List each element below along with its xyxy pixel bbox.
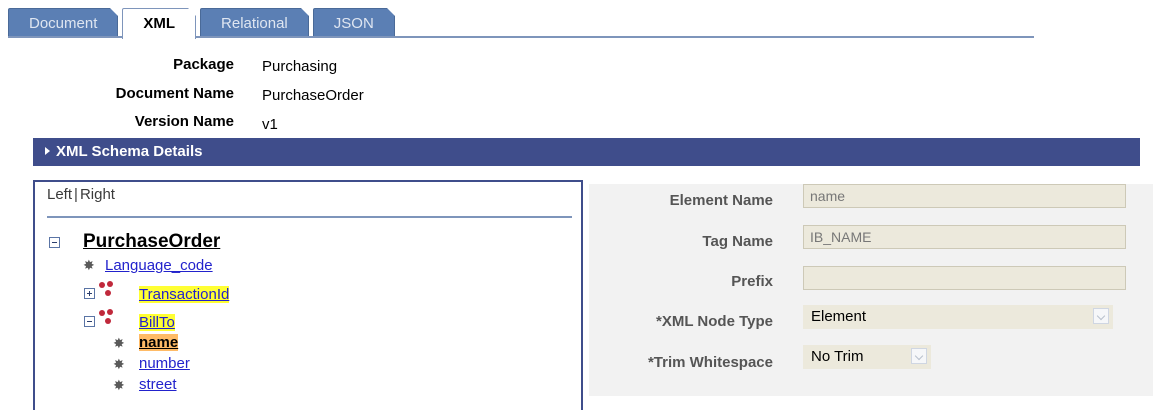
tree-divider <box>47 216 572 218</box>
element-icon: ✸ <box>113 377 125 393</box>
tab-json-label: JSON <box>333 15 374 32</box>
tab-document-label: Document <box>29 15 98 32</box>
schema-tree-panel: Left | Right PurchaseOrder ✸ Language_code… <box>33 180 583 410</box>
tree-node-number[interactable]: number <box>139 355 190 372</box>
xml-node-type-value: Element <box>811 308 867 325</box>
tab-relational[interactable]: Relational <box>200 8 309 38</box>
link-separator: | <box>74 186 78 203</box>
document-name-value: PurchaseOrder <box>262 87 364 104</box>
complex-type-icon <box>99 281 115 297</box>
right-link[interactable]: Right <box>80 186 115 203</box>
package-value: Purchasing <box>262 58 338 75</box>
xml-schema-details-header[interactable]: XML Schema Details <box>33 138 1140 166</box>
version-name-label: Version Name <box>134 113 234 130</box>
tab-relational-label: Relational <box>221 15 288 32</box>
collapse-icon[interactable] <box>84 316 95 327</box>
element-name-field[interactable]: name <box>803 184 1126 208</box>
tab-xml-label: XML <box>143 15 176 32</box>
tab-xml[interactable]: XML <box>122 8 197 39</box>
left-right-links: Left | Right <box>47 186 115 203</box>
trim-whitespace-value: No Trim <box>811 348 864 365</box>
prefix-label: Prefix <box>731 273 773 290</box>
element-properties-panel: Element Name name Tag Name IB_NAME Prefi… <box>589 184 1153 396</box>
expand-icon[interactable] <box>84 288 95 299</box>
document-name-label: Document Name <box>115 85 234 102</box>
tag-name-field[interactable]: IB_NAME <box>803 225 1126 249</box>
tree-node-billto[interactable]: BillTo <box>139 314 175 331</box>
tree-root-purchaseorder[interactable]: PurchaseOrder <box>83 231 220 253</box>
left-link[interactable]: Left <box>47 186 72 203</box>
prefix-field[interactable] <box>803 266 1126 290</box>
dropdown-arrow-icon[interactable] <box>1093 308 1109 324</box>
tab-document[interactable]: Document <box>8 8 119 38</box>
tree-node-transactionid[interactable]: TransactionId <box>139 286 230 303</box>
package-label: Package <box>173 56 234 73</box>
complex-type-icon <box>99 309 115 325</box>
trim-whitespace-select[interactable]: No Trim <box>803 345 931 369</box>
collapse-icon[interactable] <box>49 237 60 248</box>
element-name-label: Element Name <box>669 192 773 209</box>
tree-node-name[interactable]: name <box>139 334 179 351</box>
element-icon: ✸ <box>113 356 125 372</box>
element-icon: ✸ <box>113 335 125 351</box>
version-name-value: v1 <box>262 116 278 133</box>
dropdown-arrow-icon[interactable] <box>911 348 927 364</box>
element-icon: ✸ <box>83 257 95 273</box>
tab-strip: Document XML Relational JSON <box>8 8 399 39</box>
tree-node-language-code[interactable]: Language_code <box>105 257 213 274</box>
tab-json[interactable]: JSON <box>312 8 395 38</box>
section-title: XML Schema Details <box>56 143 203 160</box>
xml-node-type-label: *XML Node Type <box>656 313 773 330</box>
tree-node-street[interactable]: street <box>139 376 177 393</box>
tag-name-label: Tag Name <box>702 233 773 250</box>
trim-whitespace-label: *Trim Whitespace <box>647 354 773 371</box>
expand-triangle-icon <box>45 147 50 155</box>
xml-node-type-select[interactable]: Element <box>803 305 1113 329</box>
